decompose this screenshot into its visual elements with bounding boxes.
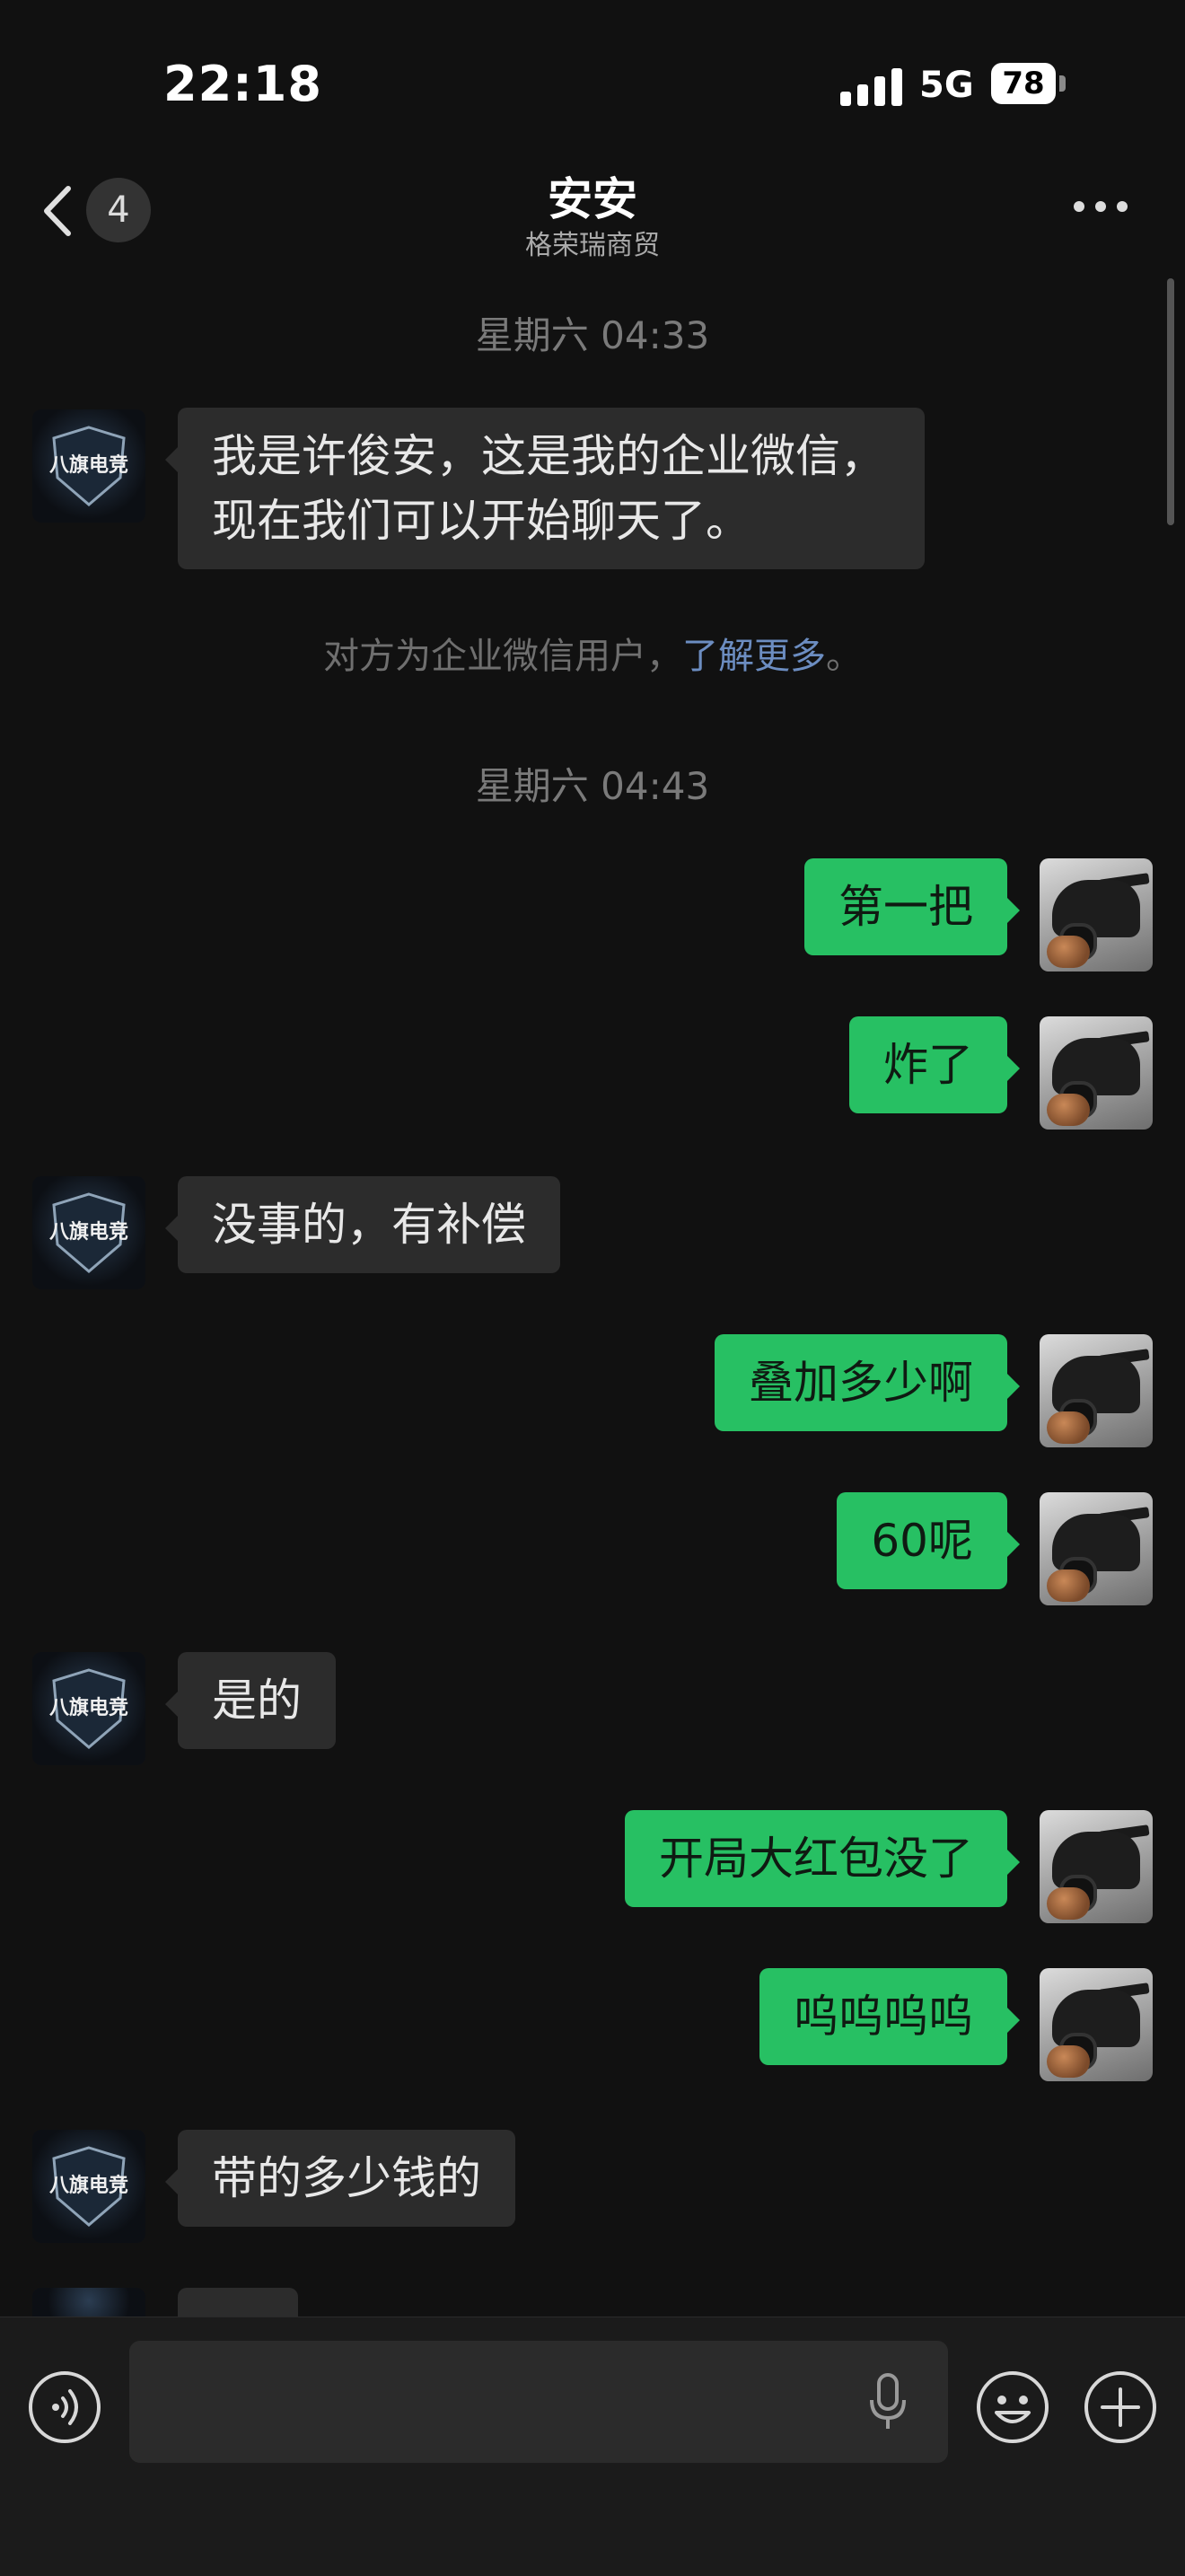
status-bar: 22:18 5G 78 [0, 0, 1185, 171]
battery-level: 78 [991, 63, 1056, 104]
chat-header: 4 安安 格荣瑞商贸 [0, 153, 1185, 269]
microphone-icon [870, 2373, 906, 2429]
message-line: 现在我们可以开始聊天了。 [212, 495, 750, 547]
outgoing-message[interactable]: 叠加多少啊 [715, 1334, 1020, 1431]
outgoing-message[interactable]: 开局大红包没了 [625, 1810, 1020, 1907]
outgoing-message[interactable]: 炸了 [849, 1016, 1020, 1113]
incoming-message[interactable]: 我是许俊安，这是我的企业微信， 现在我们可以开始聊天了。 [165, 408, 925, 569]
contact-avatar[interactable]: 八旗电竞 [32, 1176, 145, 1289]
my-avatar[interactable] [1040, 1016, 1153, 1130]
outgoing-message[interactable]: 呜呜呜呜 [759, 1968, 1020, 2065]
outgoing-message[interactable]: 第一把 [804, 858, 1020, 955]
timestamp: 星期六 04:33 [475, 313, 710, 357]
message-input[interactable] [129, 2341, 948, 2463]
incoming-message[interactable]: 带的多少钱的 [165, 2130, 515, 2227]
incoming-message[interactable]: 是的 [165, 1652, 336, 1749]
emoji-icon [977, 2371, 1049, 2443]
chat-title: 安安 [548, 173, 637, 225]
input-bar [0, 2317, 1185, 2576]
learn-more-link[interactable]: 了解更多 [682, 636, 826, 677]
contact-avatar[interactable]: 八旗电竞 [32, 409, 145, 523]
incoming-message[interactable] [178, 2288, 298, 2317]
my-avatar[interactable] [1040, 1810, 1153, 1923]
emoji-button[interactable] [975, 2369, 1050, 2445]
message-line: 我是许俊安，这是我的企业微信， [212, 430, 885, 482]
signal-icon [840, 68, 903, 106]
voice-icon [29, 2371, 101, 2443]
avatar-logo-text: 八旗电竞 [48, 1697, 128, 1719]
plus-icon [1084, 2371, 1156, 2443]
plus-button[interactable] [1083, 2369, 1158, 2445]
system-notice-end: 。 [826, 636, 862, 677]
voice-button[interactable] [27, 2369, 102, 2445]
more-button[interactable] [1074, 194, 1137, 221]
status-time: 22:18 [163, 56, 322, 112]
network-type: 5G [919, 65, 974, 106]
chat-subtitle: 格荣瑞商贸 [525, 230, 660, 261]
avatar-logo-text: 八旗电竞 [48, 454, 128, 477]
avatar-logo-text: 八旗电竞 [48, 2175, 128, 2197]
timestamp: 星期六 04:43 [475, 764, 710, 808]
incoming-message[interactable]: 没事的，有补偿 [165, 1176, 560, 1273]
system-notice: 对方为企业微信用户，了解更多。 [0, 627, 1185, 679]
contact-avatar[interactable]: 八旗电竞 [32, 2130, 145, 2243]
outgoing-message[interactable]: 60呢 [837, 1492, 1020, 1589]
my-avatar[interactable] [1040, 858, 1153, 971]
my-avatar[interactable] [1040, 1334, 1153, 1447]
contact-avatar[interactable]: 八旗电竞 [32, 1652, 145, 1765]
contact-avatar[interactable] [32, 2288, 145, 2317]
battery-icon: 78 [991, 63, 1066, 104]
system-notice-text: 对方为企业微信用户， [323, 636, 682, 677]
microphone-button[interactable] [865, 2369, 910, 2434]
avatar-logo-text: 八旗电竞 [48, 1221, 128, 1244]
my-avatar[interactable] [1040, 1968, 1153, 2081]
my-avatar[interactable] [1040, 1492, 1153, 1605]
